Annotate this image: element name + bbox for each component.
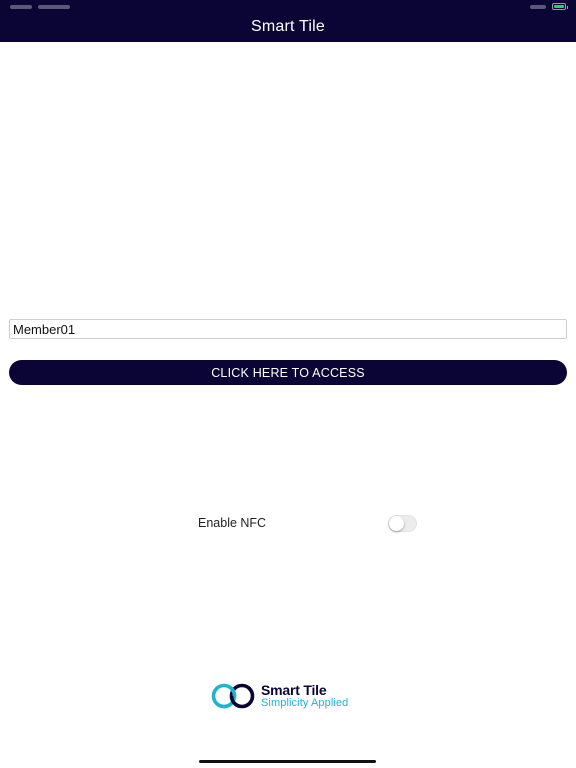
logo-text: Smart Tile Simplicity Applied bbox=[261, 683, 348, 709]
smart-tile-logo-icon bbox=[211, 683, 255, 709]
status-date-placeholder bbox=[38, 5, 70, 9]
logo-tagline: Simplicity Applied bbox=[261, 697, 349, 709]
status-bar-right bbox=[530, 3, 568, 10]
member-id-input[interactable] bbox=[9, 319, 567, 339]
toggle-knob bbox=[389, 516, 404, 531]
page-title: Smart Tile bbox=[250, 18, 325, 35]
logo-brand-name: Smart Tile bbox=[261, 682, 327, 698]
battery-icon bbox=[552, 3, 568, 10]
status-bar-left bbox=[10, 2, 70, 12]
nfc-toggle[interactable] bbox=[388, 515, 417, 532]
status-time-placeholder bbox=[10, 5, 32, 9]
home-indicator[interactable] bbox=[199, 760, 376, 763]
nfc-label: Enable NFC bbox=[198, 516, 267, 530]
brand-logo: Smart Tile Simplicity Applied bbox=[211, 681, 348, 711]
top-bar: Smart Tile bbox=[0, 0, 576, 42]
access-button[interactable]: CLICK HERE TO ACCESS bbox=[9, 360, 567, 385]
battery-percent-placeholder bbox=[530, 4, 546, 9]
